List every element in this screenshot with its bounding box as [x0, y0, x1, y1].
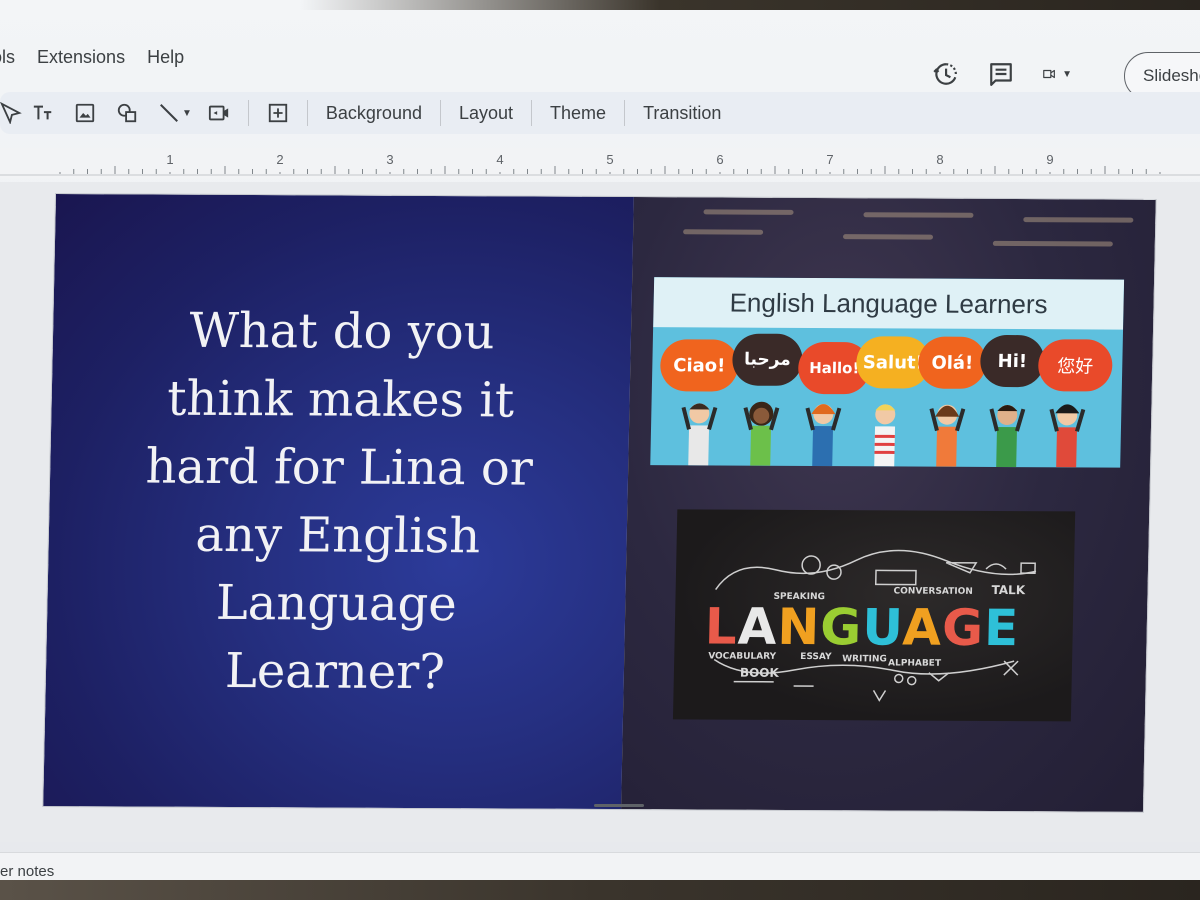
letter: U — [861, 598, 903, 657]
text-box-tool[interactable] — [22, 95, 64, 131]
ruler-number: 5 — [606, 152, 613, 167]
word-tag: ESSAY — [800, 651, 832, 663]
ell-banner-image[interactable]: English Language Learners Ciao! مرحبا Ha… — [650, 277, 1125, 468]
child-illustration — [805, 404, 842, 467]
banner-title: English Language Learners — [653, 277, 1125, 330]
version-history-button[interactable] — [930, 59, 960, 89]
letter: A — [737, 597, 779, 656]
speaker-notes-label: er notes — [0, 863, 55, 880]
word-tag: ALPHABET — [887, 658, 942, 669]
letter: L — [704, 597, 739, 656]
greeting-bubbles: Ciao! مرحبا Hallo! Salut! Olá! Hi! 您好 — [650, 333, 1123, 468]
word-tag: WRITING — [842, 654, 887, 665]
word-tag: TALK — [991, 582, 1026, 598]
transition-button[interactable]: Transition — [633, 103, 731, 124]
question-line: any English — [194, 506, 481, 565]
slide-right-panel: English Language Learners Ciao! مرحبا Ha… — [621, 197, 1156, 812]
greeting-bubble: Ciao! — [659, 339, 739, 392]
ruler-number: 3 — [386, 152, 393, 167]
menu-bar: ols Extensions Help — [0, 40, 700, 74]
menu-help[interactable]: Help — [147, 47, 184, 68]
letter: A — [901, 598, 943, 657]
layout-button[interactable]: Layout — [449, 103, 523, 124]
word-tag: SPEAKING — [773, 591, 826, 603]
toolbar: ▼ Background Layout Theme Transition — [0, 92, 1200, 134]
ruler-number: 4 — [496, 152, 503, 167]
language-word-art-image[interactable]: LANGUAGE SPEAKING CONVERSATION TALK VOCA… — [672, 509, 1076, 722]
screen: ols Extensions Help ▼ Slide — [0, 0, 1200, 900]
question-line: Language — [215, 574, 458, 633]
child-illustration — [929, 404, 966, 467]
comments-button[interactable] — [986, 59, 1016, 89]
greeting-bubble: 您好 — [1037, 339, 1113, 392]
meet-button[interactable]: ▼ — [1042, 59, 1072, 89]
greeting-bubble: Olá! — [917, 336, 987, 389]
slide[interactable]: What do you think makes it hard for Lina… — [43, 194, 1156, 812]
question-line: hard for Lina or — [145, 438, 534, 497]
menu-extensions[interactable]: Extensions — [37, 47, 125, 68]
ruler-number: 2 — [276, 152, 283, 167]
child-illustration — [1049, 404, 1086, 468]
chevron-down-icon: ▼ — [1062, 68, 1072, 80]
word-tag: VOCABULARY — [708, 651, 777, 662]
insert-image-tool[interactable] — [64, 95, 106, 131]
history-icon — [933, 63, 957, 85]
greeting-bubble: مرحبا — [731, 333, 803, 386]
ruler-number: 1 — [166, 152, 173, 167]
ruler-number: 6 — [716, 152, 723, 167]
image-icon — [75, 103, 95, 123]
add-box-icon — [268, 103, 288, 123]
question-text[interactable]: What do you think makes it hard for Lina… — [99, 296, 577, 707]
shapes-icon — [117, 103, 137, 123]
ceiling-lights-decoration — [662, 205, 1143, 268]
shape-tool[interactable] — [106, 95, 148, 131]
video-icon — [208, 105, 229, 121]
child-illustration — [743, 401, 780, 466]
child-illustration — [874, 404, 896, 467]
insert-video-tool[interactable] — [198, 95, 240, 131]
letter: G — [941, 598, 985, 657]
toolbar-divider — [439, 100, 441, 126]
monitor-bezel-bottom — [0, 880, 1200, 900]
menu-tools[interactable]: ols — [0, 47, 15, 68]
slide-left-panel: What do you think makes it hard for Lina… — [43, 194, 634, 810]
language-word: LANGUAGE — [704, 597, 1020, 657]
monitor-bezel — [300, 0, 1200, 10]
video-camera-icon — [1043, 69, 1055, 79]
comment-icon — [990, 63, 1012, 86]
question-line: think makes it — [166, 370, 515, 429]
child-illustration — [989, 405, 1026, 468]
word-tag: BOOK — [739, 665, 779, 680]
ruler-number: 8 — [936, 152, 943, 167]
ruler-number: 7 — [826, 152, 833, 167]
question-line: What do you — [188, 302, 496, 361]
select-tool[interactable] — [0, 95, 22, 131]
letter: E — [983, 598, 1020, 658]
word-tag: CONVERSATION — [893, 586, 973, 597]
notes-resize-handle[interactable] — [594, 804, 644, 807]
theme-button[interactable]: Theme — [540, 103, 616, 124]
background-button[interactable]: Background — [316, 103, 432, 124]
slide-canvas[interactable]: What do you think makes it hard for Lina… — [0, 182, 1200, 842]
toolbar-divider — [624, 100, 626, 126]
question-line: Learner? — [224, 642, 446, 701]
cursor-arrow-icon — [0, 102, 22, 124]
child-illustration — [681, 403, 718, 466]
top-right-controls: ▼ — [930, 52, 1072, 96]
line-icon — [160, 104, 178, 122]
toolbar-divider — [306, 100, 308, 126]
ruler-number: 9 — [1046, 152, 1053, 167]
text-box-icon — [33, 105, 52, 120]
toolbar-divider — [531, 100, 533, 126]
greeting-bubble: Hi! — [979, 334, 1045, 388]
horizontal-ruler: 1 2 3 4 5 6 7 8 9 — [0, 148, 1200, 178]
letter: G — [819, 598, 863, 657]
letter: N — [776, 597, 821, 657]
toolbar-divider — [247, 100, 249, 126]
ruler-ticks: 1 2 3 4 5 6 7 8 9 — [0, 152, 1200, 176]
new-slide-tool[interactable] — [257, 95, 299, 131]
line-dropdown-icon[interactable]: ▼ — [182, 108, 192, 119]
